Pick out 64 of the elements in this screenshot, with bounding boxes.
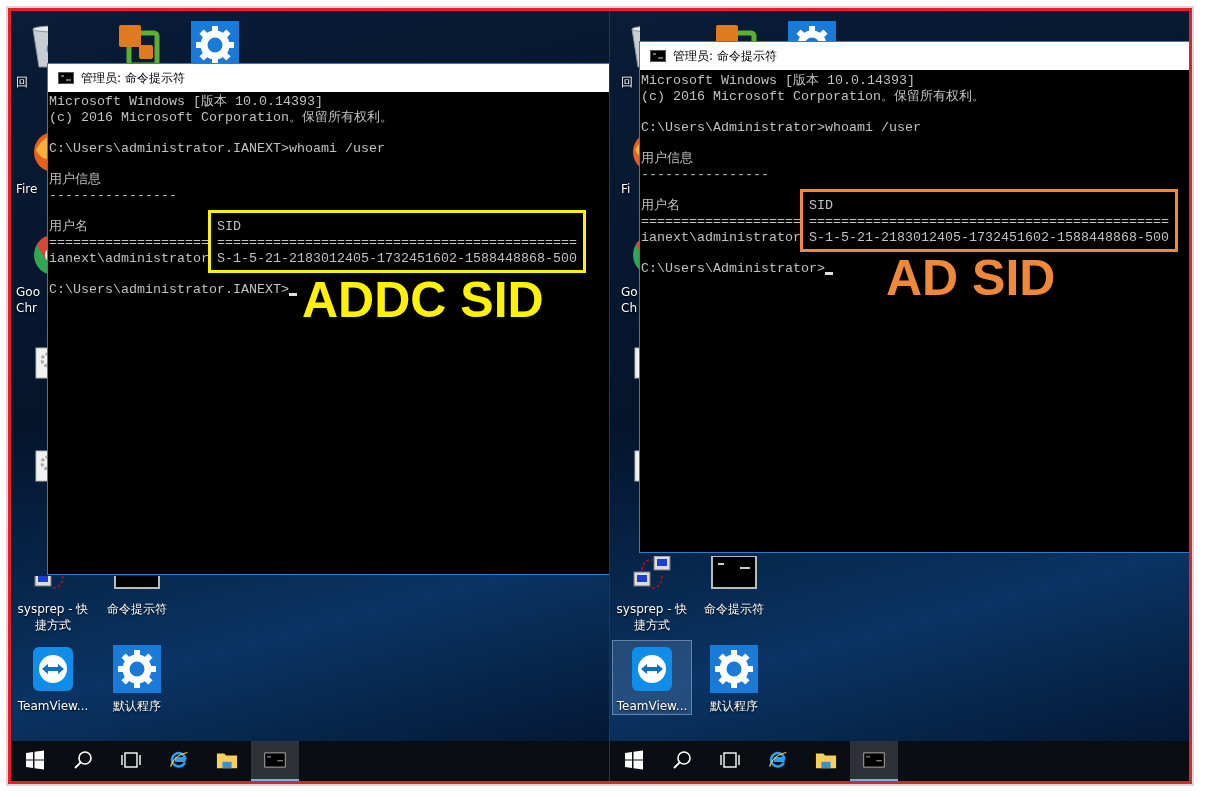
search-icon xyxy=(671,750,693,770)
column-rule: ============================================= xyxy=(809,214,1169,230)
shortcut-label: sysprep - 快 捷方式 xyxy=(17,601,89,633)
browser-e-icon xyxy=(168,750,190,770)
terminal-icon xyxy=(863,750,885,770)
windows-logo-icon xyxy=(623,750,645,770)
annotation-label: ADDC SID xyxy=(302,275,544,325)
desktop-shortcut[interactable]: 默认程序 xyxy=(694,640,774,715)
task-view-icon xyxy=(120,750,142,770)
column-header: SID xyxy=(809,198,834,214)
shortcut-label: 默认程序 xyxy=(113,698,161,714)
console-line: (c) 2016 Microsoft Corporation。保留所有权利。 xyxy=(49,110,394,126)
console-prompt: C:\Users\administrator.IANEXT> xyxy=(49,282,289,298)
terminal-icon xyxy=(650,50,666,62)
console-prompt: C:\Users\Administrator> xyxy=(641,261,825,277)
console-line: 用户信息 xyxy=(641,151,694,167)
taskbar-button[interactable] xyxy=(850,741,898,781)
console-line: (c) 2016 Microsoft Corporation。保留所有权利。 xyxy=(641,89,986,105)
column-rule: ==================== xyxy=(49,235,210,251)
console-line: C:\Users\Administrator>whoami /user xyxy=(641,120,922,136)
column-header: SID xyxy=(217,219,242,235)
console-line: C:\Users\administrator.IANEXT>whoami /user xyxy=(49,141,386,157)
shortcut-label: 回 xyxy=(620,74,633,90)
task-view-icon xyxy=(719,750,741,770)
shortcut-label: 命令提示符 xyxy=(107,601,167,617)
column-rule: ============================================= xyxy=(217,235,577,251)
terminal-icon xyxy=(264,750,286,770)
taskbar-button[interactable] xyxy=(251,741,299,781)
column-value: S-1-5-21-2183012405-1732451602-1588448868-500 xyxy=(217,251,577,267)
gear-icon xyxy=(710,645,758,693)
search-icon xyxy=(72,750,94,770)
shortcut-label: TeamView... xyxy=(616,698,688,714)
shortcut-label: Fire xyxy=(15,181,38,197)
text-cursor xyxy=(824,272,833,275)
window-title: 管理员: 命令提示符 xyxy=(81,69,185,87)
gear-icon xyxy=(113,645,161,693)
column-header: 用户名 xyxy=(641,198,681,214)
shortcut-label: sysprep - 快 捷方式 xyxy=(616,601,688,633)
desktop-shortcut[interactable]: TeamView... xyxy=(13,640,93,715)
annotation-label: AD SID xyxy=(886,253,1056,303)
desktop-shortcut[interactable]: TeamView... xyxy=(612,640,692,715)
console-line: 用户信息 xyxy=(49,172,102,188)
column-rule: ==================== xyxy=(641,214,802,230)
browser-e-icon xyxy=(767,750,789,770)
console-line: ---------------- xyxy=(49,188,178,204)
desktop-shortcut[interactable]: 默认程序 xyxy=(97,640,177,715)
shortcut-label: 回 xyxy=(15,74,28,90)
windows-logo-icon xyxy=(24,750,46,770)
column-value: ianext\administrator xyxy=(641,230,802,246)
column-header: 用户名 xyxy=(49,219,89,235)
terminal-icon xyxy=(58,72,74,84)
console-line: Microsoft Windows [版本 10.0.14393] xyxy=(49,94,324,110)
shortcut-label: 默认程序 xyxy=(710,698,758,714)
column-value: ianext\administrator xyxy=(49,251,210,267)
shortcut-label: TeamView... xyxy=(17,698,89,714)
text-cursor xyxy=(288,293,297,296)
shortcut-label: 命令提示符 xyxy=(704,601,764,617)
shortcut-label: Fi xyxy=(620,181,631,197)
window-title: 管理员: 命令提示符 xyxy=(673,47,777,65)
shortcut-label: Goo Chr xyxy=(15,284,40,316)
shortcut-label: Go Ch xyxy=(620,284,638,316)
column-value: S-1-5-21-2183012405-1732451602-1588448868-500 xyxy=(809,230,1169,246)
console-line: Microsoft Windows [版本 10.0.14393] xyxy=(641,73,916,89)
console-line: ---------------- xyxy=(641,167,770,183)
